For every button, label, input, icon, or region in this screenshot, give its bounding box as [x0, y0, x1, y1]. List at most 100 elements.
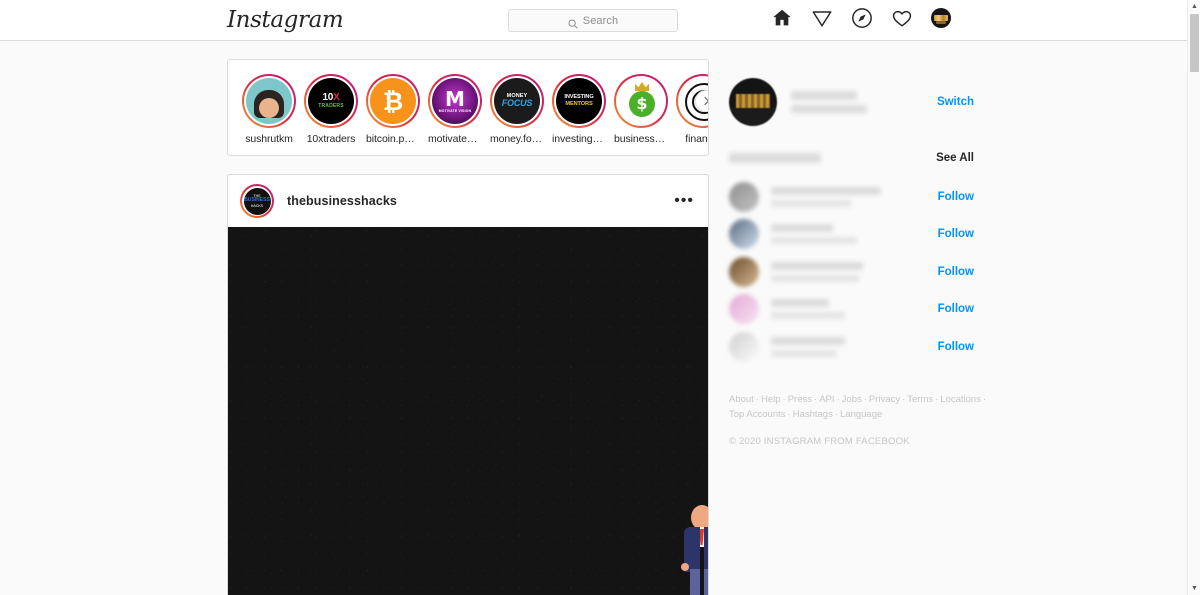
avatar-art-band — [736, 94, 770, 108]
suggestion-avatar[interactable] — [729, 219, 759, 250]
story-username: sushrutkm — [245, 133, 293, 145]
footer-link-about[interactable]: About — [729, 394, 754, 405]
sidebar-footer: About · Help · Press · API · Jobs · Privacy · Terms ·… — [729, 392, 987, 447]
see-all-button[interactable]: See All — [936, 152, 974, 164]
suggestion-subtitle — [771, 312, 845, 320]
copyright-text: © 2020 INSTAGRAM FROM FACEBOOK — [729, 435, 910, 447]
suggestion-avatar[interactable] — [729, 256, 759, 287]
story-ring: INVESTING MENTORS — [552, 74, 606, 128]
footer-link-privacy[interactable]: Privacy — [869, 394, 900, 405]
suggestion-text — [771, 299, 938, 320]
story-avatar-text: INVESTING — [564, 93, 594, 100]
story-item[interactable]: M MOTIVATE VISION motivate_vi... — [428, 74, 482, 145]
post-image[interactable]: $ ? Being broke is hard. $ — [228, 227, 708, 595]
search-input[interactable]: Search — [508, 9, 678, 32]
suggestion-row: Follow — [729, 291, 974, 329]
scroll-down-arrow-icon[interactable]: ▼ — [1188, 582, 1200, 595]
footer-link-terms[interactable]: Terms — [907, 394, 933, 405]
story-item[interactable]: INVESTING MENTORS investingm... — [552, 74, 606, 145]
search-icon — [568, 16, 578, 29]
browser-scrollbar[interactable]: ▲ ▼ — [1187, 0, 1200, 595]
scrollbar-thumb[interactable] — [1190, 14, 1199, 72]
story-avatar-subtext: FOCUS — [501, 98, 533, 109]
illustration-figure-broke — [668, 505, 708, 595]
follow-button[interactable]: Follow — [938, 228, 974, 240]
profile-avatar[interactable] — [931, 8, 951, 28]
story-item[interactable]: MONEY FOCUS money.focus — [490, 74, 544, 145]
suggestions-list: Follow Follow Follow Follow Follow — [729, 178, 974, 366]
follow-button[interactable]: Follow — [938, 303, 974, 315]
post-options-icon[interactable]: ••• — [674, 193, 696, 209]
suggestion-avatar[interactable] — [729, 294, 759, 325]
suggestion-subtitle — [771, 237, 857, 245]
follow-button[interactable]: Follow — [938, 266, 974, 278]
suggestion-avatar[interactable] — [729, 181, 759, 212]
stories-strip[interactable]: sushrutkm 10X TRADERS 10xtraders ₿ bitco… — [228, 60, 708, 145]
suggestion-text — [771, 336, 938, 357]
footer-link-press[interactable]: Press — [788, 394, 812, 405]
instagram-page: Instagram Search sushrutkm 10X TRADERS 1… — [0, 0, 1200, 595]
avatar-art-base — [936, 21, 946, 24]
follow-button[interactable]: Follow — [938, 341, 974, 353]
suggestion-username — [771, 299, 829, 308]
home-icon[interactable] — [771, 7, 793, 29]
story-ring: 10X TRADERS — [304, 74, 358, 128]
current-user-avatar[interactable] — [729, 78, 777, 126]
suggestion-row: Follow — [729, 328, 974, 366]
story-item[interactable]: sushrutkm — [242, 74, 296, 145]
figure-jacket-right — [704, 527, 708, 572]
activity-heart-icon[interactable] — [891, 7, 913, 29]
scroll-up-arrow-icon[interactable]: ▲ — [1188, 0, 1200, 13]
footer-link-jobs[interactable]: Jobs — [842, 394, 862, 405]
current-user-username — [791, 91, 857, 100]
footer-link-top-accounts[interactable]: Top Accounts — [729, 409, 786, 420]
story-ring: $ — [614, 74, 668, 128]
footer-link-help[interactable]: Help — [761, 394, 781, 405]
suggestion-subtitle — [771, 349, 837, 357]
search-placeholder: Search — [582, 14, 619, 27]
current-user-text — [791, 91, 937, 113]
post-header: THE BUSINESS HACKS thebusinesshacks ••• — [228, 175, 708, 227]
footer-link-hashtags[interactable]: Hashtags — [793, 409, 833, 420]
suggestion-username — [771, 336, 845, 345]
footer-link-language[interactable]: Language — [840, 409, 882, 420]
story-username: businessem... — [614, 133, 668, 145]
story-avatar-subtext: MOTIVATE VISION — [438, 108, 472, 113]
story-item[interactable]: $ businessem... — [614, 74, 668, 145]
suggestion-avatar[interactable] — [729, 331, 759, 362]
suggestion-row: Follow — [729, 216, 974, 254]
story-username: investingm... — [552, 133, 606, 145]
suggestion-username — [771, 186, 881, 195]
story-item[interactable]: 10X TRADERS 10xtraders — [304, 74, 358, 145]
suggestions-header: See All — [729, 150, 974, 166]
footer-link-api[interactable]: API — [819, 394, 834, 405]
story-item[interactable]: ₿ bitcoin.page — [366, 74, 420, 145]
story-username: 10xtraders — [306, 133, 356, 145]
suggestion-row: Follow — [729, 253, 974, 291]
story-username: bitcoin.page — [366, 133, 420, 145]
story-ring: M MOTIVATE VISION — [428, 74, 482, 128]
follow-button[interactable]: Follow — [938, 191, 974, 203]
direct-message-icon[interactable] — [811, 7, 833, 29]
current-user-fullname — [791, 105, 867, 113]
figure-leg-right — [704, 569, 708, 595]
suggestion-row: Follow — [729, 178, 974, 216]
post-username[interactable]: thebusinesshacks — [287, 194, 397, 208]
footer-link-locations[interactable]: Locations — [940, 394, 981, 405]
story-ring — [242, 74, 296, 128]
story-ring: ₿ — [366, 74, 420, 128]
avatar-art-base — [729, 108, 777, 126]
explore-icon[interactable] — [851, 7, 873, 29]
suggestion-username — [771, 224, 833, 233]
instagram-logo[interactable]: Instagram — [227, 7, 344, 34]
footer-links: About · Help · Press · API · Jobs · Privacy · Terms ·… — [729, 393, 987, 420]
post-card: THE BUSINESS HACKS thebusinesshacks ••• — [227, 174, 709, 595]
suggestion-username — [771, 261, 863, 270]
story-avatar: $ — [618, 78, 664, 124]
feed-column: sushrutkm 10X TRADERS 10xtraders ₿ bitco… — [227, 59, 709, 595]
switch-account-button[interactable]: Switch — [937, 96, 974, 108]
story-avatar: MONEY FOCUS — [494, 78, 540, 124]
post-avatar-ring[interactable]: THE BUSINESS HACKS — [240, 184, 274, 218]
story-avatar: INVESTING MENTORS — [556, 78, 602, 124]
current-user-row: Switch — [729, 78, 974, 126]
